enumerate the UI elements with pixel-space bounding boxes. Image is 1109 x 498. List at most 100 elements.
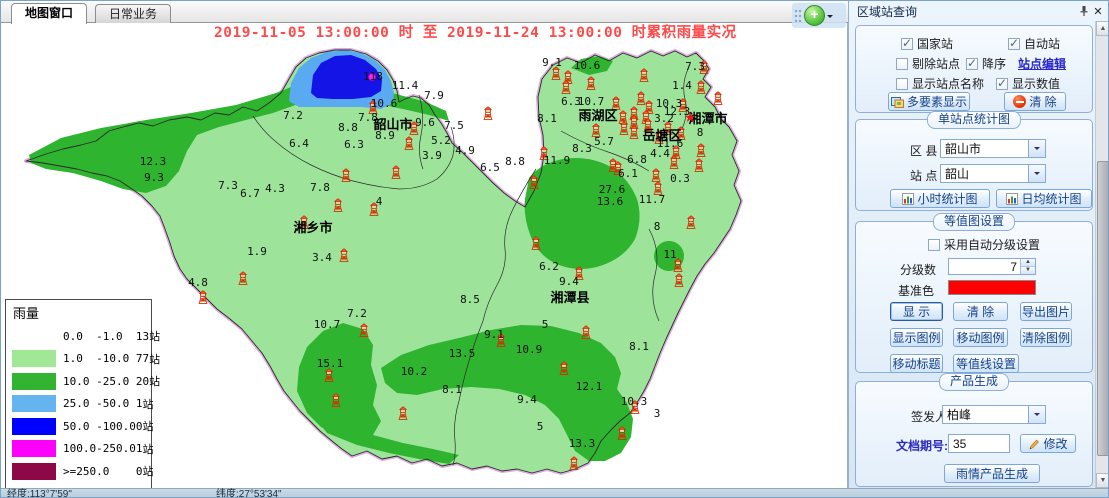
checkbox-auto-station[interactable]: 自动站 (1008, 35, 1060, 52)
contour-button-1[interactable]: 显 示 (890, 302, 943, 321)
hourly-chart-button[interactable]: 小时统计图 (890, 189, 990, 208)
station-value: 7.2 (283, 109, 303, 122)
station-value: 8 (697, 126, 704, 139)
station-value: 7.3 (685, 60, 705, 73)
drag-grip-icon[interactable] (794, 7, 802, 25)
station-value: 6.3 (344, 138, 364, 151)
contour-button-4[interactable]: 显示图例 (890, 328, 943, 347)
legend-row: 100.0-250.01站 (12, 438, 145, 461)
legend-count: 13 (136, 330, 149, 343)
legend-range: 0.0 -1.0 (63, 330, 136, 343)
daily-chart-button[interactable]: 日均统计图 (996, 189, 1092, 208)
station-value: 6.1 (618, 167, 638, 180)
checkbox-national-station[interactable]: 国家站 (901, 35, 953, 52)
legend-range: 1.0 -10.0 (63, 352, 136, 365)
station-value: 10.7 (314, 318, 341, 331)
station-value: 4.3 (265, 182, 285, 195)
station-value: 9.4 (517, 393, 537, 406)
station-value: 5 (542, 318, 549, 331)
chevron-down-icon[interactable] (1028, 165, 1045, 182)
contour-button-2[interactable]: 清 除 (953, 302, 1008, 321)
legend-color-swatch (12, 395, 56, 412)
station-value: 4.8 (188, 276, 208, 289)
contour-button-5[interactable]: 移动图例 (953, 328, 1008, 347)
rain-product-generate-button[interactable]: 雨情产品生成 (944, 464, 1040, 483)
district-label: 岳塘区 (642, 128, 681, 143)
query-options-group: 国家站 自动站 剔除站点 降序 站点编辑 显示站点名称 显示数值 多要素显示 清… (855, 25, 1093, 113)
pin-icon[interactable] (1077, 4, 1091, 18)
checkbox-show-values[interactable]: 显示数值 (996, 75, 1060, 92)
minus-circle-icon (1013, 95, 1026, 108)
scrollbar-thumb[interactable] (1097, 161, 1109, 456)
map-title: 2019-11-05 13:00:00 时 至 2019-11-24 13:00… (214, 23, 737, 42)
station-value: 6.8 (627, 153, 647, 166)
checkbox-exclude-station[interactable]: 剔除站点 (896, 55, 960, 72)
station-value: 7.3 (218, 179, 238, 192)
station-icon[interactable] (714, 92, 723, 105)
tab-daily-business[interactable]: 日常业务 (95, 4, 171, 24)
station-value: 3.4 (312, 251, 332, 264)
checkbox-descending[interactable]: 降序 (966, 55, 1006, 72)
contour-button-8[interactable]: 等值线设置 (953, 354, 1019, 373)
toolbar-dropdown-icon[interactable] (827, 15, 833, 21)
legend-color-swatch (12, 328, 56, 345)
station-value: 8.3 (572, 142, 592, 155)
close-icon[interactable]: ✕ (1091, 4, 1105, 18)
station-edit-link[interactable]: 站点编辑 (1018, 55, 1066, 72)
legend-unit: 站 (142, 418, 153, 434)
district-label: 湘乡市 (293, 220, 332, 235)
scroll-up-icon[interactable]: ▲ (1096, 21, 1109, 36)
station-value: 6.4 (289, 137, 309, 150)
button-label: 日均统计图 (1021, 190, 1081, 207)
station-value: 3.9 (422, 149, 442, 162)
bar-chart-icon (902, 193, 914, 205)
chevron-down-icon[interactable] (1028, 406, 1045, 423)
station-value: 9.1 (484, 328, 504, 341)
chevron-down-icon[interactable] (1028, 140, 1045, 157)
button-label: 雨情产品生成 (956, 465, 1028, 482)
station-dropdown[interactable]: 韶山 (940, 164, 1046, 183)
rainfall-legend: 雨量 0.0 -1.0 13站1.0 -10.0 77站10.0 -25.0 2… (5, 299, 152, 488)
panel-scrollbar[interactable]: ▲ ▼ (1095, 21, 1109, 488)
station-icon[interactable] (484, 107, 493, 120)
station-value: 6.7 (240, 187, 260, 200)
station-value: 10.7 (578, 95, 605, 108)
county-dropdown[interactable]: 韶山市 (940, 139, 1046, 158)
doc-number-input[interactable]: 35 (948, 434, 1010, 453)
legend-range: 10.0 -25.0 (63, 375, 136, 388)
checkbox-label: 自动站 (1024, 35, 1060, 52)
multi-element-display-button[interactable]: 多要素显示 (888, 92, 970, 111)
station-value: 12.3 (140, 155, 167, 168)
checkbox-auto-grading[interactable]: 采用自动分级设置 (928, 236, 1040, 253)
contour-button-3[interactable]: 导出图片 (1020, 302, 1072, 321)
station-value: 4.4 (650, 147, 670, 160)
station-value: 10.2 (401, 365, 428, 378)
issuer-dropdown[interactable]: 柏峰 (942, 405, 1046, 424)
scroll-down-icon[interactable]: ▼ (1096, 473, 1109, 488)
modify-button[interactable]: 修改 (1020, 434, 1076, 453)
station-value: 1.9 (247, 245, 267, 258)
checkbox-show-station-name[interactable]: 显示站点名称 (896, 75, 984, 92)
legend-count: 1 (136, 442, 143, 455)
legend-row: 25.0 -50.0 1站 (12, 393, 145, 416)
base-color-swatch[interactable] (948, 280, 1036, 295)
contour-button-7[interactable]: 移动标题 (890, 354, 943, 373)
station-value: 8.1 (442, 383, 462, 396)
button-label: 多要素显示 (907, 93, 967, 110)
spin-up-icon[interactable]: ▲ (1021, 259, 1035, 267)
spin-down-icon[interactable]: ▼ (1021, 267, 1035, 274)
legend-color-swatch (12, 440, 56, 457)
legend-count: 0 (136, 465, 143, 478)
station-value: 7.5 (444, 119, 464, 132)
station-value: 11 (663, 248, 676, 261)
tab-map-window[interactable]: 地图窗口 (11, 3, 87, 24)
contour-button-6[interactable]: 清除图例 (1020, 328, 1072, 347)
level-count-spinner[interactable]: 7 ▲▼ (948, 258, 1036, 275)
add-layer-button[interactable]: + (804, 5, 825, 26)
station-value: 4 (376, 195, 383, 208)
clear-stations-button[interactable]: 清 除 (1004, 92, 1066, 111)
button-label: 修改 (1043, 435, 1067, 452)
station-value: 7.2 (347, 307, 367, 320)
map-area[interactable]: 2019-11-05 13:00:00 时 至 2019-11-24 13:00… (1, 23, 848, 488)
station-value: 13.6 (597, 195, 624, 208)
